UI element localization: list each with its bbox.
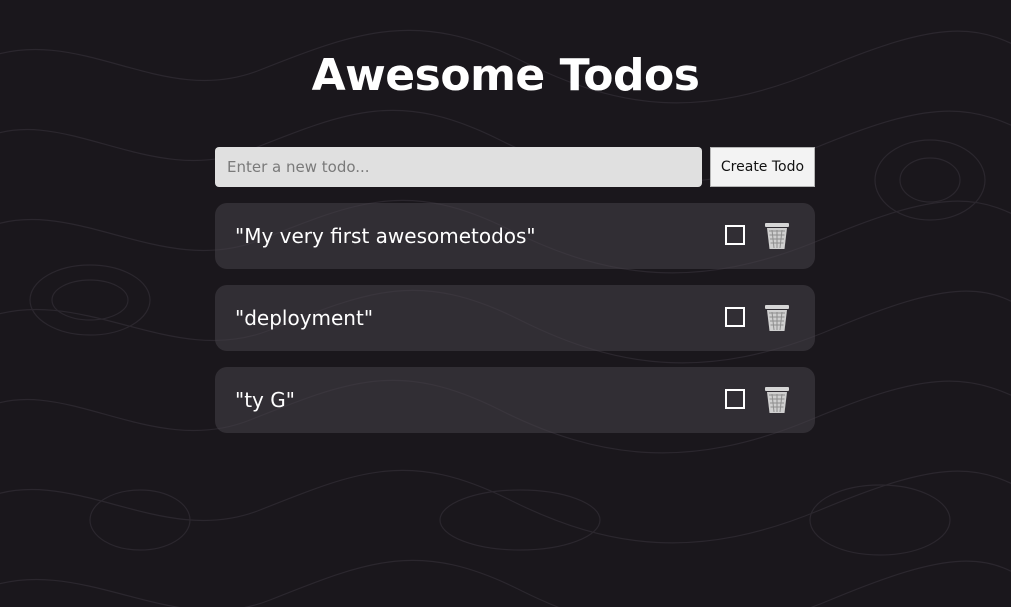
todo-item: "My very first awesometodos" — [215, 203, 815, 269]
trash-icon[interactable] — [764, 304, 790, 332]
todo-app: Awesome Todos Create Todo "My very first… — [0, 0, 1011, 607]
trash-icon[interactable] — [764, 222, 790, 250]
todo-text: "My very first awesometodos" — [235, 224, 536, 248]
checkbox-icon[interactable] — [725, 225, 745, 245]
todo-item: "ty G" — [215, 367, 815, 433]
todo-list: "My very first awesometodos" "deployment… — [215, 203, 815, 449]
trash-icon[interactable] — [764, 386, 790, 414]
checkbox-icon[interactable] — [725, 389, 745, 409]
page-title: Awesome Todos — [311, 50, 700, 101]
new-todo-input[interactable] — [215, 147, 702, 187]
todo-text: "deployment" — [235, 306, 374, 330]
todo-item: "deployment" — [215, 285, 815, 351]
new-todo-form: Create Todo — [215, 147, 815, 187]
checkbox-icon[interactable] — [725, 307, 745, 327]
todo-text: "ty G" — [235, 388, 295, 412]
create-todo-button[interactable]: Create Todo — [710, 147, 815, 187]
